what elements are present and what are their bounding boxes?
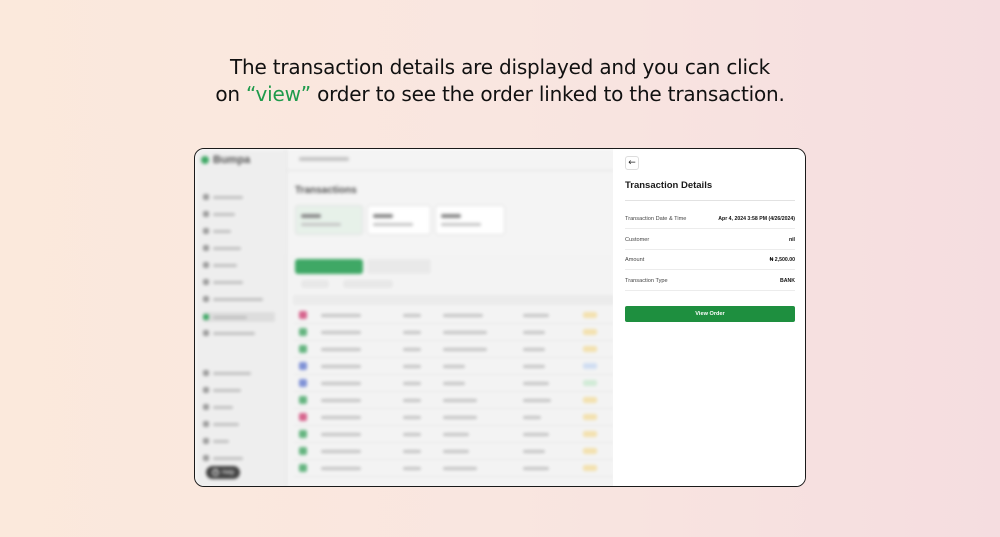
filter-chip[interactable] <box>343 280 393 288</box>
sidebar-item[interactable] <box>203 329 275 337</box>
page-title: Transactions <box>295 185 357 196</box>
detail-label: Amount <box>625 256 645 263</box>
sidebar-item[interactable] <box>203 454 275 462</box>
back-button[interactable]: ← <box>625 156 639 170</box>
detail-value: BANK <box>780 277 795 284</box>
arrow-left-icon: ← <box>628 158 636 168</box>
table-row[interactable] <box>293 324 615 341</box>
sidebar-item[interactable] <box>203 210 275 218</box>
sidebar-item[interactable] <box>203 295 275 303</box>
sidebar-item-transactions[interactable] <box>203 312 275 322</box>
sidebar-item[interactable] <box>203 261 275 269</box>
sidebar-item[interactable] <box>203 244 275 252</box>
transaction-details-panel: ← Transaction Details Transaction Date &… <box>613 149 805 486</box>
table-row[interactable] <box>293 307 615 324</box>
table-row[interactable] <box>293 358 615 375</box>
table-row[interactable] <box>293 443 615 460</box>
tab-transaction-history[interactable] <box>295 259 363 274</box>
headline-line-1: The transaction details are displayed an… <box>229 55 771 79</box>
detail-value: ₦ 2,500.00 <box>769 256 795 263</box>
sidebar-item[interactable] <box>203 403 275 411</box>
filter-chip[interactable] <box>301 280 329 288</box>
stat-card <box>295 205 363 235</box>
detail-row-type: Transaction Type BANK <box>625 271 795 291</box>
table-header <box>293 295 615 305</box>
detail-label: Transaction Type <box>625 277 668 284</box>
detail-row-customer: Customer nil <box>625 230 795 250</box>
table-row[interactable] <box>293 375 615 392</box>
headline-highlight: “view” <box>246 82 311 106</box>
detail-label: Customer <box>625 236 650 243</box>
stat-card <box>435 205 505 235</box>
table-row[interactable] <box>293 409 615 426</box>
panel-title: Transaction Details <box>625 180 713 191</box>
detail-row-amount: Amount ₦ 2,500.00 <box>625 250 795 270</box>
sidebar-item[interactable] <box>203 278 275 286</box>
sidebar-item[interactable] <box>203 437 275 445</box>
headline-line-2: on “view” order to see the order linked … <box>0 81 1000 108</box>
sidebar-item[interactable] <box>203 193 275 201</box>
headline: The transaction details are displayed an… <box>0 54 1000 108</box>
detail-label: Transaction Date & Time <box>625 215 687 222</box>
table-row[interactable] <box>293 341 615 358</box>
sidebar-item[interactable] <box>203 227 275 235</box>
sidebar-item[interactable] <box>203 369 275 377</box>
help-button[interactable]: ? Help <box>206 466 241 479</box>
help-label: Help <box>222 469 235 476</box>
background-app: Bumpa Transactions ? Help <box>195 149 615 486</box>
app-window: Bumpa Transactions ? Help ← Transaction … <box>194 148 806 487</box>
tab-settlement-history[interactable] <box>367 259 431 274</box>
table-row[interactable] <box>293 426 615 443</box>
brand-name: Bumpa <box>213 154 251 166</box>
stat-card <box>367 205 431 235</box>
sidebar: Bumpa <box>195 149 287 486</box>
detail-value: nil <box>788 236 795 243</box>
headline-prefix: on <box>215 82 247 106</box>
view-order-button[interactable]: View Order <box>625 306 795 322</box>
detail-value: Apr 4, 2024 3:58 PM (4/26/2024) <box>718 215 795 222</box>
table-row[interactable] <box>293 392 615 409</box>
table-row[interactable] <box>293 460 615 477</box>
top-bar <box>287 149 615 171</box>
headline-suffix: order to see the order linked to the tra… <box>310 82 785 106</box>
detail-row-date: Transaction Date & Time Apr 4, 2024 3:58… <box>625 209 795 229</box>
sidebar-item[interactable] <box>203 420 275 428</box>
divider <box>625 200 795 201</box>
question-icon: ? <box>212 469 219 476</box>
brand: Bumpa <box>201 154 250 166</box>
brand-logo-icon <box>201 156 209 164</box>
sidebar-item[interactable] <box>203 386 275 394</box>
